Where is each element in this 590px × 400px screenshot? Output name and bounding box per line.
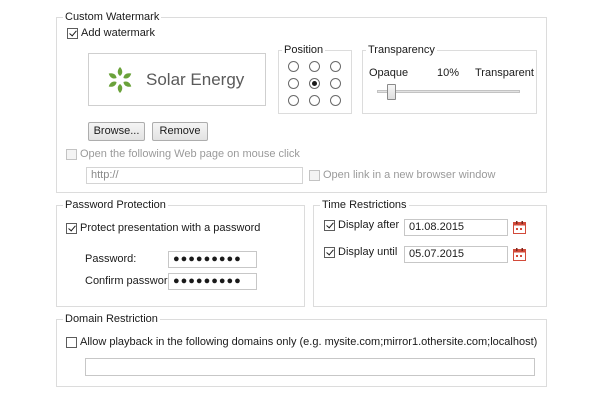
allow-domains-label[interactable]: Allow playback in the following domains … <box>80 336 537 349</box>
transparency-slider-thumb[interactable] <box>387 84 396 100</box>
position-radio[interactable] <box>330 61 341 72</box>
domain-restriction-title: Domain Restriction <box>63 313 160 326</box>
transparency-title: Transparency <box>366 44 437 57</box>
position-radio[interactable] <box>288 78 299 89</box>
calendar-icon[interactable] <box>513 248 526 261</box>
url-input[interactable]: http:// <box>86 167 303 184</box>
transparent-label: Transparent <box>475 67 534 79</box>
position-radio[interactable] <box>330 95 341 106</box>
calendar-icon[interactable] <box>513 221 526 234</box>
time-restrictions-title: Time Restrictions <box>320 199 409 212</box>
new-window-checkbox[interactable] <box>309 170 320 181</box>
transparency-slider-track[interactable] <box>377 90 520 93</box>
allow-domains-checkbox[interactable] <box>66 337 77 348</box>
confirm-password-input[interactable]: ●●●●●●●●● <box>168 273 257 290</box>
display-after-checkbox[interactable] <box>324 220 335 231</box>
new-window-label[interactable]: Open link in a new browser window <box>323 169 495 182</box>
position-radio[interactable] <box>288 95 299 106</box>
position-radio[interactable] <box>309 95 320 106</box>
domain-restriction-group: Domain Restriction <box>56 313 547 387</box>
add-watermark-checkbox[interactable] <box>67 28 78 39</box>
solar-logo-icon <box>108 67 132 93</box>
password-input[interactable]: ●●●●●●●●● <box>168 251 257 268</box>
position-radio[interactable] <box>330 78 341 89</box>
protect-password-checkbox[interactable] <box>66 223 77 234</box>
display-until-checkbox[interactable] <box>324 247 335 258</box>
confirm-password-label: Confirm password: <box>85 275 177 287</box>
transparency-value: 10% <box>437 67 460 79</box>
position-radio[interactable] <box>309 61 320 72</box>
display-until-date-input[interactable]: 05.07.2015 <box>404 246 508 263</box>
position-radio[interactable] <box>288 61 299 72</box>
domains-input[interactable] <box>85 358 535 376</box>
watermark-preview: Solar Energy <box>88 53 266 106</box>
add-watermark-label[interactable]: Add watermark <box>81 27 155 40</box>
display-after-date-input[interactable]: 01.08.2015 <box>404 219 508 236</box>
browse-button[interactable]: Browse... <box>88 122 145 141</box>
open-web-page-label[interactable]: Open the following Web page on mouse cli… <box>80 148 300 161</box>
open-web-page-checkbox[interactable] <box>66 149 77 160</box>
protect-password-label[interactable]: Protect presentation with a password <box>80 222 260 235</box>
position-radio[interactable] <box>309 78 320 89</box>
transparency-group: Transparency <box>362 44 537 114</box>
display-until-label[interactable]: Display until <box>338 246 397 259</box>
remove-button[interactable]: Remove <box>152 122 208 141</box>
password-protection-title: Password Protection <box>63 199 168 212</box>
custom-watermark-title: Custom Watermark <box>63 11 162 24</box>
password-label: Password: <box>85 253 137 265</box>
watermark-logo-text: Solar Energy <box>146 70 245 89</box>
opaque-label: Opaque <box>369 67 409 79</box>
display-after-label[interactable]: Display after <box>338 219 399 232</box>
position-title: Position <box>282 44 326 57</box>
